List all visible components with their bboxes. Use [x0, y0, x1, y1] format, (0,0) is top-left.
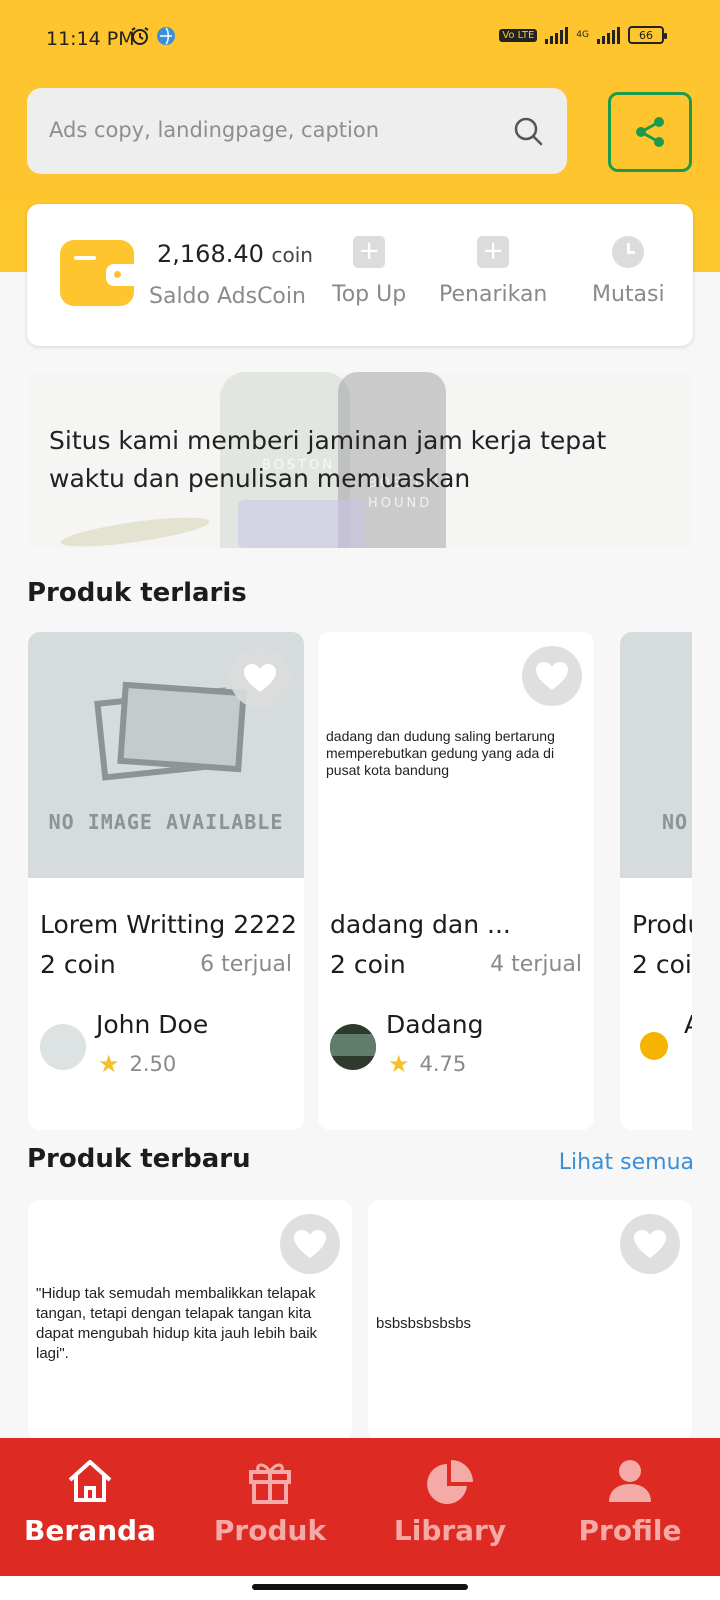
- product-price: 2 coin: [330, 950, 406, 979]
- pie-chart-icon: [427, 1460, 473, 1504]
- seller-avatar: [330, 1024, 376, 1070]
- heart-icon: [634, 1230, 666, 1258]
- no-image-text: NO IMAGE AVAILABLE: [48, 810, 284, 834]
- nav-item-beranda[interactable]: Beranda: [0, 1438, 180, 1576]
- heart-icon: [244, 664, 276, 692]
- home-indicator[interactable]: [252, 1584, 468, 1590]
- star-icon: ★: [98, 1050, 120, 1078]
- nav-label: Produk: [213, 1514, 327, 1547]
- newest-title: Produk terbaru: [27, 1144, 251, 1174]
- browser-icon: [157, 27, 175, 45]
- heart-icon: [294, 1230, 326, 1258]
- banner-text: Situs kami memberi jaminan jam kerja tep…: [49, 426, 607, 493]
- favorite-button[interactable]: [522, 646, 582, 706]
- clock-icon: [612, 236, 645, 268]
- wallet-icon: [60, 240, 134, 306]
- home-icon: [68, 1460, 112, 1502]
- battery-icon: 66: [628, 26, 667, 44]
- seller-avatar: [40, 1024, 86, 1070]
- search-bar[interactable]: Ads copy, landingpage, caption: [27, 88, 567, 174]
- nav-label: Beranda: [24, 1514, 156, 1547]
- nav-label: Library: [393, 1514, 507, 1547]
- bottom-navigation: Beranda Produk Library Profile: [0, 1438, 720, 1576]
- product-image-placeholder: NO: [620, 632, 692, 878]
- product-sold-count: 4 terjual: [490, 952, 582, 977]
- nav-label: Profile: [578, 1514, 682, 1547]
- product-card[interactable]: NO IMAGE AVAILABLE Lorem Writting 2222 2…: [28, 632, 304, 1130]
- mutation-button[interactable]: Mutasi: [592, 236, 665, 307]
- product-card[interactable]: NO Produ 2 coi A: [620, 632, 692, 1130]
- share-button[interactable]: [608, 92, 692, 172]
- product-card[interactable]: dadang dan dudung saling bertarung mempe…: [318, 632, 594, 1130]
- product-description: "Hidup tak semudah membalikkan telapak t…: [36, 1285, 318, 1362]
- signal-icon-2: [597, 26, 620, 44]
- network-type: 4G: [576, 30, 589, 40]
- heart-icon: [536, 662, 568, 690]
- product-description: bsbsbsbsbsbs: [376, 1315, 472, 1332]
- status-bar: 11:14 PM Vo LTE 4G 66: [0, 0, 720, 80]
- product-name: dadang dan ...: [330, 910, 511, 939]
- new-product-card[interactable]: bsbsbsbsbsbs: [368, 1200, 692, 1440]
- balance-amount: 2,168.40 coin: [157, 240, 313, 268]
- signal-icon: [545, 26, 569, 44]
- share-icon: [636, 117, 664, 147]
- balance-label: Saldo AdsCoin: [149, 284, 306, 309]
- seller-rating: ★ 2.50: [98, 1050, 177, 1078]
- product-name: Produ: [632, 910, 692, 939]
- favorite-button[interactable]: [620, 1214, 680, 1274]
- volte-badge: Vo LTE: [499, 28, 538, 42]
- seller-rating: ★ 4.75: [388, 1050, 467, 1078]
- banner-leaf-image: [59, 511, 211, 548]
- plus-icon: +: [477, 236, 510, 268]
- seller-avatar: [640, 1032, 668, 1060]
- see-all-link[interactable]: Lihat semua: [559, 1150, 694, 1175]
- nav-item-library[interactable]: Library: [360, 1438, 540, 1576]
- product-sold-count: 6 terjual: [200, 952, 292, 977]
- alarm-icon: [131, 27, 149, 45]
- new-product-card[interactable]: "Hidup tak semudah membalikkan telapak t…: [28, 1200, 352, 1440]
- nav-item-produk[interactable]: Produk: [180, 1438, 360, 1576]
- product-description: dadang dan dudung saling bertarung mempe…: [326, 728, 555, 778]
- withdraw-label: Penarikan: [439, 282, 548, 307]
- bottle-label: HOUND: [368, 496, 433, 511]
- top-up-button[interactable]: + Top Up: [332, 236, 406, 307]
- product-price: 2 coi: [632, 950, 692, 979]
- status-time: 11:14 PM: [46, 28, 135, 50]
- gift-icon: [249, 1463, 291, 1504]
- product-name: Lorem Writting 2222: [40, 910, 297, 939]
- user-icon: [609, 1460, 651, 1502]
- no-image-text: NO: [662, 810, 689, 834]
- seller-name: A: [684, 1010, 692, 1039]
- star-icon: ★: [388, 1050, 410, 1078]
- seller-name: John Doe: [96, 1010, 209, 1039]
- seller-name: Dadang: [386, 1010, 484, 1039]
- mutation-label: Mutasi: [592, 282, 665, 307]
- wallet-card: 2,168.40 coin Saldo AdsCoin + Top Up + P…: [27, 204, 693, 346]
- withdraw-button[interactable]: + Penarikan: [439, 236, 547, 307]
- favorite-button[interactable]: [230, 648, 290, 708]
- search-placeholder: Ads copy, landingpage, caption: [49, 118, 380, 142]
- plus-icon: +: [353, 236, 386, 268]
- product-price: 2 coin: [40, 950, 116, 979]
- nav-item-profile[interactable]: Profile: [540, 1438, 720, 1576]
- favorite-button[interactable]: [280, 1214, 340, 1274]
- balance-unit: coin: [271, 243, 313, 267]
- bestsellers-title: Produk terlaris: [27, 578, 247, 608]
- search-icon[interactable]: [513, 116, 543, 146]
- promo-banner[interactable]: BOSTON BOSTON HOUND Situs kami memberi j…: [30, 372, 692, 548]
- banner-jar-image: [238, 500, 366, 548]
- top-up-label: Top Up: [332, 282, 407, 307]
